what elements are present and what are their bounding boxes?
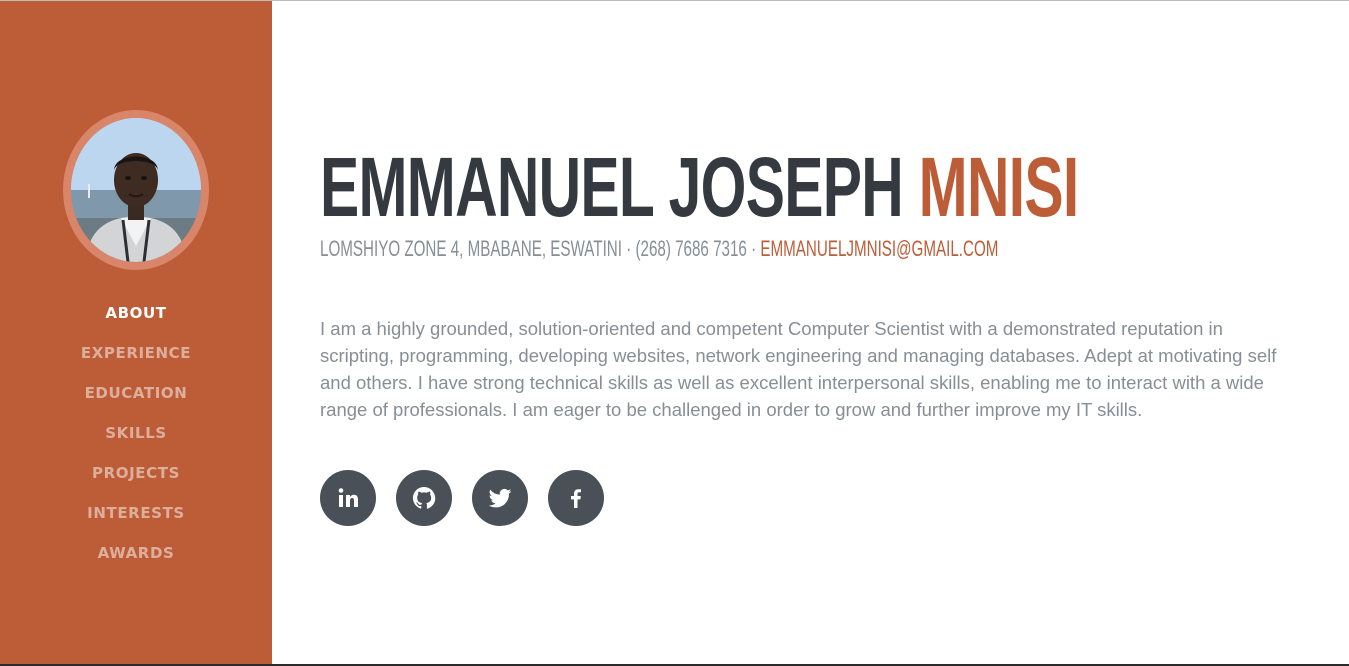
sidebar-item-projects: Projects — [0, 453, 272, 493]
contact-address: LOMSHIYO ZONE 4, MBABANE, ESWATINI · (26… — [320, 236, 761, 261]
github-icon — [412, 486, 436, 509]
facebook-icon — [571, 489, 581, 508]
github-button[interactable] — [396, 470, 452, 526]
sidebar-item-about: About — [0, 293, 272, 333]
sidebar-item-interests: Interests — [0, 493, 272, 533]
nav-link-skills[interactable]: Skills — [105, 424, 167, 442]
sidebar-item-skills: Skills — [0, 413, 272, 453]
sidebar-item-experience: Experience — [0, 333, 272, 373]
nav-link-projects[interactable]: Projects — [92, 464, 180, 482]
facebook-button[interactable] — [548, 470, 604, 526]
sidebar-item-education: Education — [0, 373, 272, 413]
nav-link-interests[interactable]: Interests — [87, 504, 185, 522]
twitter-icon — [488, 488, 512, 508]
about-section: EMMANUEL JOSEPH MNISI LOMSHIYO ZONE 4, M… — [320, 1, 1310, 666]
social-icons — [320, 470, 604, 526]
contact-line: LOMSHIYO ZONE 4, MBABANE, ESWATINI · (26… — [320, 235, 998, 263]
sidebar: About Experience Education Skills Projec… — [0, 1, 272, 666]
resume-page: About Experience Education Skills Projec… — [0, 0, 1349, 666]
first-names: EMMANUEL JOSEPH — [320, 140, 904, 234]
twitter-button[interactable] — [472, 470, 528, 526]
last-name: MNISI — [918, 140, 1080, 234]
sidebar-item-awards: Awards — [0, 533, 272, 573]
about-paragraph: I am a highly grounded, solution-oriente… — [320, 318, 1277, 420]
profile-photo — [71, 118, 201, 262]
nav-link-about[interactable]: About — [105, 304, 166, 322]
linkedin-icon — [338, 488, 358, 507]
sidebar-nav: About Experience Education Skills Projec… — [0, 293, 272, 573]
page-title: EMMANUEL JOSEPH MNISI — [320, 141, 1079, 233]
profile-photo-frame — [63, 110, 209, 270]
nav-link-experience[interactable]: Experience — [81, 344, 191, 362]
nav-link-awards[interactable]: Awards — [98, 544, 175, 562]
email-link[interactable]: EMMANUELJMNISI@GMAIL.COM — [760, 236, 998, 261]
linkedin-button[interactable] — [320, 470, 376, 526]
nav-link-education[interactable]: Education — [85, 384, 188, 402]
